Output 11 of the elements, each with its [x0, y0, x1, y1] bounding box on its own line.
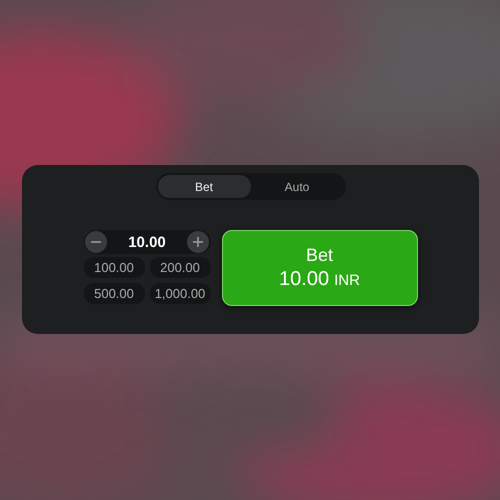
tab[interactable]: Auto — [250, 175, 344, 198]
increase-button[interactable] — [187, 231, 210, 253]
plus-icon — [193, 237, 204, 247]
decrease-button[interactable] — [84, 231, 106, 253]
amount-chip[interactable]: 200.00 — [150, 257, 210, 278]
amount-chip[interactable]: 500.00 — [84, 283, 144, 304]
stake-field[interactable]: 10.00 — [84, 230, 210, 254]
amount-chip[interactable]: 1,000.00 — [150, 283, 210, 304]
stake-value: 10.00 — [128, 234, 166, 250]
tab[interactable]: Bet — [158, 175, 250, 198]
amount-chip[interactable]: 100.00 — [84, 257, 144, 278]
